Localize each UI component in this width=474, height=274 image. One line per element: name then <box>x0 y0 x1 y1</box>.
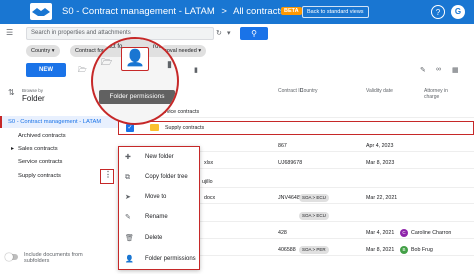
zoom-chip-left: Contract fo <box>93 44 123 50</box>
menu-item-label: New folder <box>145 154 174 160</box>
browse-by-icon: ⇅ <box>8 88 15 97</box>
row-validity-date: Mar 8, 2021 <box>366 247 395 253</box>
row-contract-id: UJ689678 <box>278 160 303 166</box>
search-button[interactable]: ⚲ <box>240 27 268 40</box>
beta-badge: BETA <box>281 7 302 15</box>
edit-icon[interactable]: ✎ <box>420 66 426 74</box>
zoom-callout: Contract fo roval n 🗁 👤 ▮ Folder permiss… <box>91 37 179 125</box>
menu-item-rename[interactable]: ✎ Rename <box>119 208 199 227</box>
sidebar-item-service-contracts[interactable]: Service contracts <box>0 156 118 168</box>
view-name: All contracts <box>233 6 285 17</box>
help-icon[interactable]: ? <box>431 5 445 19</box>
attorney-avatar: C <box>400 229 408 237</box>
delete-icon: 🗑 <box>125 235 134 242</box>
menu-item-folder-permissions[interactable]: 👤 Folder permissions <box>119 250 199 269</box>
sidebar-item-archived-contracts[interactable]: Archived contracts <box>0 130 118 142</box>
header-validity-date[interactable]: Validity date <box>366 88 393 94</box>
view-toggle-icon[interactable]: ▦ <box>452 66 459 74</box>
include-subfolders-label: Include documents from subfolders <box>24 252 83 264</box>
menu-item-copy-folder-tree[interactable]: ⧉ Copy folder tree <box>119 168 199 187</box>
sidebar-item-label: Service contracts <box>18 159 63 165</box>
handshake-logo-icon <box>30 3 52 20</box>
sidebar-item-label: Supply contracts <box>18 173 61 179</box>
zoom-folder-icon: 🗁 <box>101 57 113 67</box>
top-bar: S0 - Contract management - LATAM > All c… <box>0 0 474 24</box>
menu-item-delete[interactable]: 🗑 Delete <box>119 229 199 248</box>
menu-item-label: Rename <box>145 214 168 220</box>
menu-item-label: Folder permissions <box>145 256 196 262</box>
folder-context-menu: ✚ New folder ⧉ Copy folder tree ➤ Move t… <box>118 146 200 270</box>
table-row-selected[interactable]: ✓ Supply contracts <box>118 121 474 135</box>
folder-permissions-tooltip: Folder permissions <box>99 90 175 104</box>
tree-root-item[interactable]: S0 - Contract management - LATAM <box>0 116 118 128</box>
folder-permissions-icon: 👤 <box>125 256 134 263</box>
row-validity-date: Mar 22, 2021 <box>366 195 398 201</box>
new-button[interactable]: NEW <box>26 63 66 77</box>
row-attorney: Bob Frug <box>411 247 433 253</box>
sidebar-item-label: Sales contracts <box>18 146 58 152</box>
breadcrumb-separator: > <box>221 6 227 17</box>
folder-icon <box>150 124 159 131</box>
row-name: xlsx <box>204 160 214 166</box>
menu-item-new-folder[interactable]: ✚ New folder <box>119 148 199 167</box>
row-contract-id: 428 <box>278 230 287 236</box>
menu-item-move-to[interactable]: ➤ Move to <box>119 188 199 207</box>
link-icon[interactable]: ∞ <box>436 66 441 73</box>
row-validity-date: Apr 4, 2023 <box>366 143 394 149</box>
row-name: docx <box>204 195 216 201</box>
row-contract-id: 867 <box>278 143 287 149</box>
row-checkbox[interactable]: ✓ <box>126 124 134 132</box>
country-filter-chip[interactable]: Country ▾ <box>26 45 60 57</box>
header-attorney[interactable]: Attorney in charge <box>424 88 448 100</box>
expand-caret-icon[interactable]: ▸ <box>11 143 14 155</box>
row-country-chip: SOA > ECU <box>299 194 329 202</box>
rename-icon: ✎ <box>125 214 131 221</box>
table-row[interactable]: ervice contracts <box>118 106 474 118</box>
more-options-icon[interactable]: ⋮ <box>104 170 112 179</box>
column-settings-icon[interactable]: ▮ <box>194 66 198 74</box>
new-folder-icon: ✚ <box>125 154 131 161</box>
filter-list-icon[interactable]: ☰ <box>6 28 13 37</box>
zoom-column-icon: ▮ <box>167 59 172 69</box>
refresh-search-icon[interactable]: ↻ <box>216 29 222 37</box>
row-country-chip: SOA > PER <box>299 246 329 254</box>
header-country[interactable]: Country <box>300 88 318 94</box>
sidebar-item-sales-contracts[interactable]: ▸ Sales contracts <box>0 143 118 155</box>
row-attorney: Caroline Charron <box>411 230 452 236</box>
back-to-standard-views-button[interactable]: Back to standard views <box>302 6 369 18</box>
browse-by-label: Browse by <box>22 88 44 93</box>
country-filter-label: Country <box>31 48 51 54</box>
header-attorney-line2: charge <box>424 94 440 100</box>
sidebar-item-label: Archived contracts <box>18 133 66 139</box>
zoom-chip-right: roval n <box>153 44 172 50</box>
new-folder-icon[interactable]: 🗁 <box>78 66 87 77</box>
row-country-chip: SOA > ECU <box>299 212 329 220</box>
person-lock-icon: 👤 <box>125 50 145 67</box>
row-validity-date: Mar 8, 2023 <box>366 160 395 166</box>
app-title: S0 - Contract management - LATAM > All c… <box>62 6 285 17</box>
move-to-icon: ➤ <box>125 194 131 201</box>
menu-item-label: Move to <box>145 194 167 200</box>
workspace-name[interactable]: S0 - Contract management - LATAM <box>62 6 215 17</box>
avatar[interactable]: G <box>451 5 465 19</box>
copy-tree-icon: ⧉ <box>125 174 130 181</box>
menu-item-label: Copy folder tree <box>145 174 188 180</box>
menu-item-label: Delete <box>145 235 163 241</box>
tree-root-label: S0 - Contract management - LATAM <box>8 119 102 125</box>
include-subfolders-toggle[interactable] <box>5 253 18 261</box>
browse-by-value[interactable]: Folder <box>22 94 45 103</box>
row-validity-date: Mar 4, 2021 <box>366 230 395 236</box>
row-contract-id: 406588 <box>278 247 296 253</box>
dropdown-arrow-icon[interactable]: ▾ <box>227 29 231 37</box>
row-name: Supply contracts <box>165 125 205 131</box>
row-name: ujillo <box>202 179 213 185</box>
include-label-line2: subfolders <box>24 258 50 264</box>
folder-permissions-button[interactable]: 👤 <box>121 47 149 71</box>
attorney-avatar: B <box>400 246 408 254</box>
